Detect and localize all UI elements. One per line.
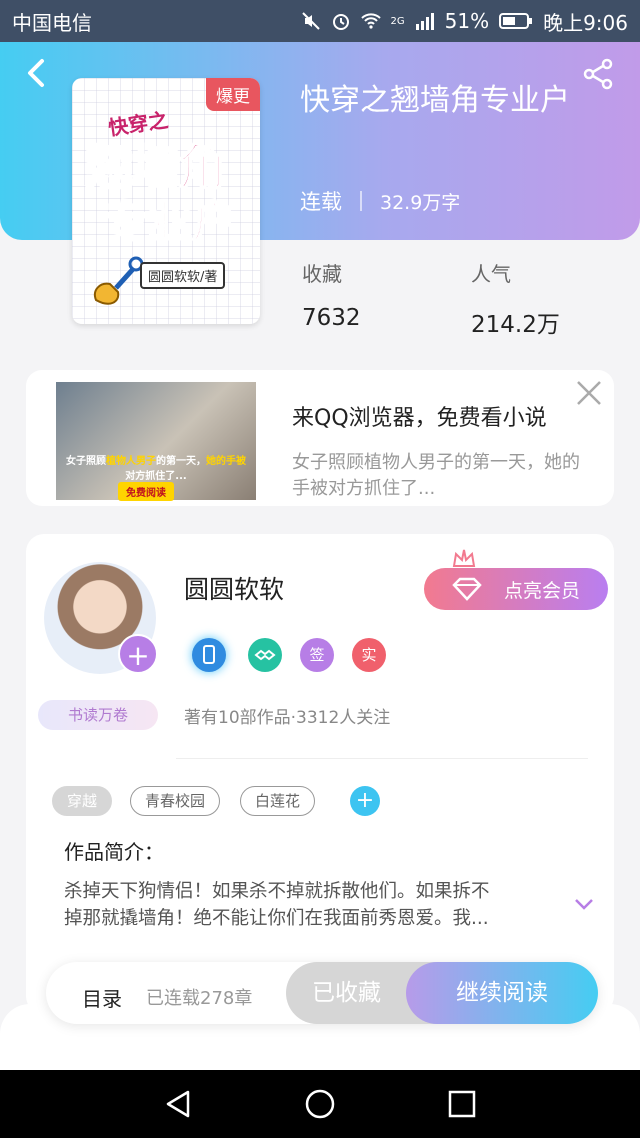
serial-status: 连载 [300,190,342,214]
real-name-badge: 实 [352,638,386,672]
hot-update-badge: 爆更 [206,78,260,111]
handshake-badge-icon [248,638,282,672]
reader-level-badge: 书读万卷 [38,700,158,730]
crown-icon [452,549,476,567]
vip-button[interactable]: 点亮会员 [424,568,608,610]
diamond-icon [452,577,482,601]
nav-recents-icon[interactable] [446,1088,478,1120]
follow-author-button[interactable]: + [118,634,158,674]
network-type: 2G [390,15,405,27]
ad-image-caption: 女子照顾植物人男子的第一天，她的手被 对方抓住了... [66,456,246,482]
meta-divider [360,191,362,211]
book-title: 快穿之翘墙角专业户 [300,83,570,118]
clock: 晚上9:06 [543,10,628,35]
tag-chip[interactable]: 白莲花 [240,786,316,816]
popularity-stat: 人气 214.2万 [471,258,560,339]
add-tag-button[interactable]: + [350,786,380,816]
wifi-icon [360,13,381,29]
toc-button[interactable]: 目录 [82,983,122,1012]
continue-reading-button[interactable]: 继续阅读 [406,962,598,1024]
ad-title: 来QQ浏览器，免费看小说 [292,406,547,431]
nav-back-icon[interactable] [162,1088,194,1120]
intro-title: 作品简介： [64,840,164,864]
status-icons: 2G 51% 晚上9:06 [301,7,628,36]
book-meta: 连载 32.9万字 [300,186,460,216]
nav-home-icon[interactable] [304,1088,336,1120]
word-count: 32.9万字 [380,191,461,214]
mute-icon [301,12,320,30]
favorites-value: 7632 [302,305,361,331]
favorites-label: 收藏 [302,262,342,286]
card-divider [176,758,588,759]
battery-percent: 51% [444,9,490,33]
signed-badge: 签 [300,638,334,672]
chapter-count[interactable]: 已连载278章 [146,984,252,1010]
tag-chip[interactable]: 青春校园 [130,786,221,816]
back-arrow-icon[interactable] [22,58,52,88]
cover-title-bottom: 专业户 [103,196,237,249]
vip-button-label: 点亮会员 [504,579,581,602]
book-cover[interactable]: 快穿之 翘墙角 专业户 圆圆软软/著 爆更 [72,78,260,324]
author-follow-info: 著有10部作品·3312人关注 [184,708,391,728]
system-nav-bar [0,1070,640,1138]
cover-author: 圆圆软软/著 [140,262,226,289]
author-name[interactable]: 圆圆软软 [184,570,284,606]
ad-card[interactable]: 女子照顾植物人男子的第一天，她的手被 对方抓住了... 免费阅读 来QQ浏览器，… [26,370,614,506]
tag-chip[interactable]: 穿越 [52,786,113,816]
chevron-down-icon[interactable] [572,892,596,916]
status-bar: 中国电信 2G 51% 晚上9:06 [0,0,640,42]
intro-text: 杀掉天下狗情侣！如果杀不掉就拆散他们。如果拆不 掉那就撬墙角！绝不能让你们在我面… [64,881,490,929]
ad-image-button: 免费阅读 [118,482,174,501]
popularity-value: 214.2万 [471,312,560,338]
battery-icon [499,13,533,29]
ad-description: 女子照顾植物人男子的第一天，她的 手被对方抓住了... [292,452,580,499]
signal-icon [415,13,434,30]
alarm-icon [332,14,349,30]
popularity-label: 人气 [471,262,511,286]
phone-verified-badge-icon [192,638,226,672]
close-icon[interactable] [576,380,602,406]
favorites-stat: 收藏 7632 [302,258,361,331]
carrier-name: 中国电信 [12,10,92,35]
ad-image: 女子照顾植物人男子的第一天，她的手被 对方抓住了... 免费阅读 [56,382,256,501]
shovel-icon [94,256,144,305]
